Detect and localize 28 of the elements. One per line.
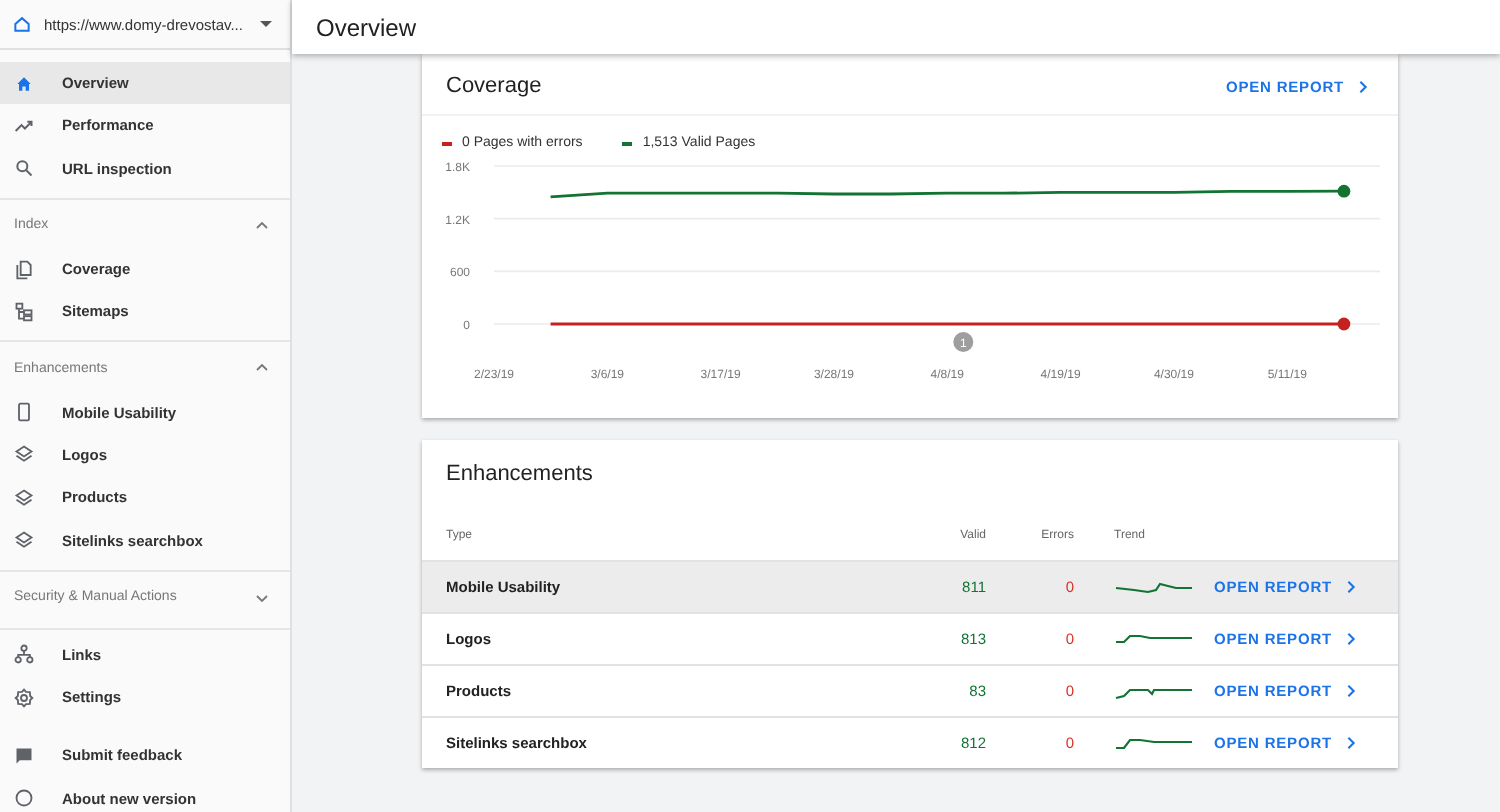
dropdown-caret-icon [258,16,274,32]
home-icon [14,73,34,94]
card-title: Coverage [446,74,542,98]
trend-line-icon [14,115,34,136]
trend-sparkline [1114,733,1194,753]
card-title: Enhancements [444,460,595,490]
feedback-icon [14,745,34,766]
network-icon [14,644,34,665]
settings-icon [14,687,34,708]
pages-icon [14,259,34,280]
chevron-right-icon [1356,79,1370,93]
trend-sparkline [1114,629,1194,649]
chevron-down-icon [254,589,270,606]
chevron-right-icon [1344,684,1358,698]
chevron-right-icon [1344,632,1358,646]
layers-icon [14,487,34,508]
layers-icon [14,530,34,551]
chevron-up-icon [254,217,270,234]
sitemap-icon [14,301,34,322]
layers-icon [14,444,34,465]
chevron-right-icon [1344,580,1358,594]
info-icon [14,788,34,809]
phone-icon [14,402,34,423]
home-icon [12,14,32,34]
chevron-right-icon [1344,736,1358,750]
search-icon [14,158,34,179]
page-title: Overview [316,13,417,41]
trend-sparkline [1114,577,1194,597]
